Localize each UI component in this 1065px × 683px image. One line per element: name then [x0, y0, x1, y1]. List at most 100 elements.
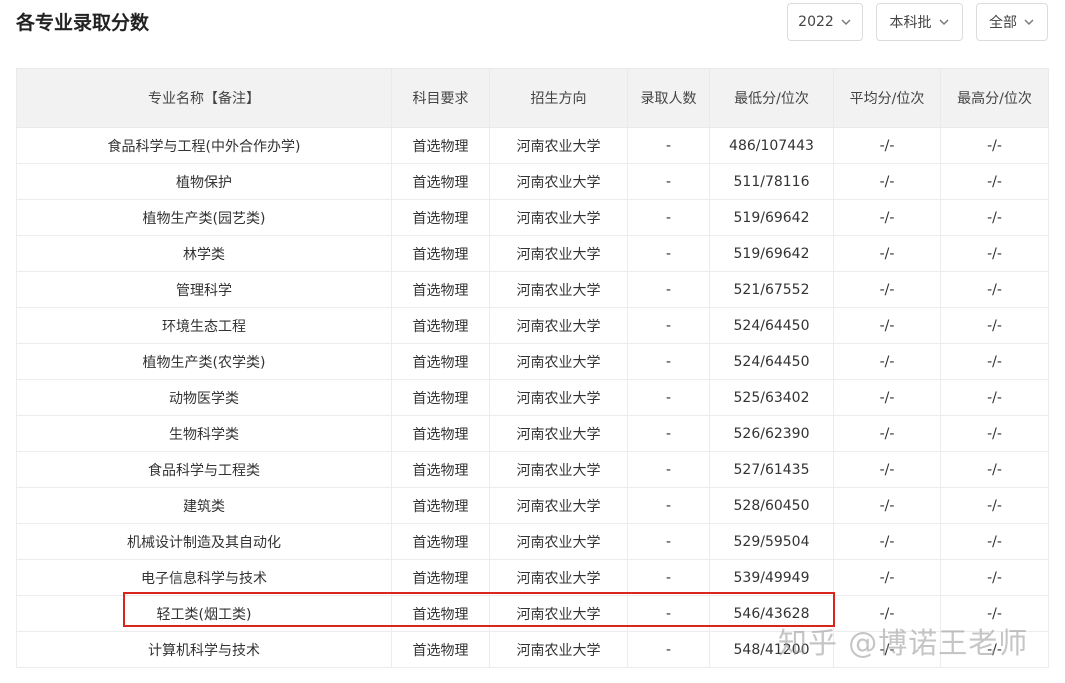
enrollment-direction-cell: 河南农业大学	[489, 523, 628, 560]
major-name-cell: 机械设计制造及其自动化	[16, 523, 392, 560]
max-score-rank-cell: -/-	[940, 523, 1049, 560]
enrollment-direction-cell: 河南农业大学	[489, 487, 628, 524]
column-header: 科目要求	[391, 68, 490, 128]
admitted-count-cell: -	[627, 199, 710, 236]
enrollment-direction-cell: 河南农业大学	[489, 451, 628, 488]
subject-requirement-cell: 首选物理	[391, 127, 490, 164]
min-score-rank-cell: 524/64450	[709, 307, 834, 344]
table-row: 食品科学与工程(中外合作办学) 首选物理 河南农业大学 -486/107443 -/- -…	[16, 127, 1049, 164]
max-score-rank-cell: -/-	[940, 631, 1049, 668]
min-score-rank-cell: 546/43628	[709, 595, 834, 632]
min-score-rank-cell: 511/78116	[709, 163, 834, 200]
max-score-rank-cell: -/-	[940, 595, 1049, 632]
table-row: 植物保护 首选物理 河南农业大学 -511/78116 -/- -/-	[16, 163, 1049, 200]
table-row: 林学类 首选物理 河南农业大学 -519/69642 -/- -/-	[16, 235, 1049, 272]
subject-requirement-cell: 首选物理	[391, 415, 490, 452]
chevron-down-icon	[939, 19, 948, 25]
subject-requirement-cell: 首选物理	[391, 559, 490, 596]
enrollment-direction-cell: 河南农业大学	[489, 163, 628, 200]
table-row: 机械设计制造及其自动化 首选物理 河南农业大学 -529/59504 -/- -/-	[16, 523, 1049, 560]
table-row: 环境生态工程 首选物理 河南农业大学 -524/64450 -/- -/-	[16, 307, 1049, 344]
table-row: 植物生产类(农学类) 首选物理 河南农业大学 -524/64450 -/- -/-	[16, 343, 1049, 380]
avg-score-rank-cell: -/-	[833, 415, 941, 452]
max-score-rank-cell: -/-	[940, 199, 1049, 236]
admitted-count-cell: -	[627, 343, 710, 380]
subject-requirement-cell: 首选物理	[391, 307, 490, 344]
enrollment-direction-cell: 河南农业大学	[489, 307, 628, 344]
table-row: 动物医学类 首选物理 河南农业大学 -525/63402 -/- -/-	[16, 379, 1049, 416]
max-score-rank-cell: -/-	[940, 559, 1049, 596]
chevron-down-icon	[1024, 19, 1034, 25]
avg-score-rank-cell: -/-	[833, 487, 941, 524]
table-row: 植物生产类(园艺类) 首选物理 河南农业大学 -519/69642 -/- -/-	[16, 199, 1049, 236]
major-name-cell: 电子信息科学与技术	[16, 559, 392, 596]
major-name-cell: 生物科学类	[16, 415, 392, 452]
column-header: 最低分/位次	[709, 68, 834, 128]
admitted-count-cell: -	[627, 631, 710, 668]
major-name-cell: 食品科学与工程类	[16, 451, 392, 488]
batch-select[interactable]: 本科批	[876, 3, 963, 41]
avg-score-rank-cell: -/-	[833, 451, 941, 488]
subject-requirement-cell: 首选物理	[391, 379, 490, 416]
scope-select-label: 全部	[989, 15, 1017, 31]
table-row: 生物科学类 首选物理 河南农业大学 -526/62390 -/- -/-	[16, 415, 1049, 452]
avg-score-rank-cell: -/-	[833, 127, 941, 164]
max-score-rank-cell: -/-	[940, 307, 1049, 344]
major-name-cell: 管理科学	[16, 271, 392, 308]
scope-select[interactable]: 全部	[976, 3, 1048, 41]
major-name-cell: 环境生态工程	[16, 307, 392, 344]
enrollment-direction-cell: 河南农业大学	[489, 595, 628, 632]
avg-score-rank-cell: -/-	[833, 559, 941, 596]
avg-score-rank-cell: -/-	[833, 595, 941, 632]
column-header: 最高分/位次	[940, 68, 1049, 128]
min-score-rank-cell: 528/60450	[709, 487, 834, 524]
table-row: 轻工类(烟工类) 首选物理 河南农业大学 -546/43628 -/- -/-	[16, 595, 1049, 632]
table-row: 电子信息科学与技术 首选物理 河南农业大学 -539/49949 -/- -/-	[16, 559, 1049, 596]
batch-select-label: 本科批	[889, 15, 932, 31]
admitted-count-cell: -	[627, 127, 710, 164]
admitted-count-cell: -	[627, 451, 710, 488]
subject-requirement-cell: 首选物理	[391, 487, 490, 524]
enrollment-direction-cell: 河南农业大学	[489, 343, 628, 380]
max-score-rank-cell: -/-	[940, 487, 1049, 524]
max-score-rank-cell: -/-	[940, 343, 1049, 380]
major-name-cell: 建筑类	[16, 487, 392, 524]
min-score-rank-cell: 486/107443	[709, 127, 834, 164]
subject-requirement-cell: 首选物理	[391, 451, 490, 488]
major-name-cell: 轻工类(烟工类)	[16, 595, 392, 632]
min-score-rank-cell: 527/61435	[709, 451, 834, 488]
min-score-rank-cell: 529/59504	[709, 523, 834, 560]
major-name-cell: 食品科学与工程(中外合作办学)	[16, 127, 392, 164]
max-score-rank-cell: -/-	[940, 379, 1049, 416]
table-row: 管理科学 首选物理 河南农业大学 -521/67552 -/- -/-	[16, 271, 1049, 308]
column-header: 平均分/位次	[833, 68, 941, 128]
min-score-rank-cell: 519/69642	[709, 235, 834, 272]
admitted-count-cell: -	[627, 595, 710, 632]
table-row: 计算机科学与技术 首选物理 河南农业大学 -548/41200 -/- -/-	[16, 631, 1049, 668]
enrollment-direction-cell: 河南农业大学	[489, 235, 628, 272]
major-name-cell: 动物医学类	[16, 379, 392, 416]
subject-requirement-cell: 首选物理	[391, 235, 490, 272]
enrollment-direction-cell: 河南农业大学	[489, 631, 628, 668]
max-score-rank-cell: -/-	[940, 127, 1049, 164]
min-score-rank-cell: 539/49949	[709, 559, 834, 596]
admitted-count-cell: -	[627, 235, 710, 272]
subject-requirement-cell: 首选物理	[391, 199, 490, 236]
page-title: 各专业录取分数	[16, 12, 150, 34]
subject-requirement-cell: 首选物理	[391, 631, 490, 668]
enrollment-direction-cell: 河南农业大学	[489, 379, 628, 416]
avg-score-rank-cell: -/-	[833, 199, 941, 236]
avg-score-rank-cell: -/-	[833, 307, 941, 344]
avg-score-rank-cell: -/-	[833, 271, 941, 308]
avg-score-rank-cell: -/-	[833, 379, 941, 416]
table-row: 建筑类 首选物理 河南农业大学 -528/60450 -/- -/-	[16, 487, 1049, 524]
enrollment-direction-cell: 河南农业大学	[489, 271, 628, 308]
enrollment-direction-cell: 河南农业大学	[489, 127, 628, 164]
major-name-cell: 植物保护	[16, 163, 392, 200]
score-table: 专业名称【备注】 科目要求 招生方向 录取人数 最低分/位次 平均分/位次 最高…	[16, 68, 1049, 668]
year-select-label: 2022	[798, 14, 834, 30]
year-select[interactable]: 2022	[787, 3, 863, 41]
table-header-row: 专业名称【备注】 科目要求 招生方向 录取人数 最低分/位次 平均分/位次 最高…	[16, 68, 1049, 128]
table-row: 食品科学与工程类 首选物理 河南农业大学 -527/61435 -/- -/-	[16, 451, 1049, 488]
subject-requirement-cell: 首选物理	[391, 163, 490, 200]
